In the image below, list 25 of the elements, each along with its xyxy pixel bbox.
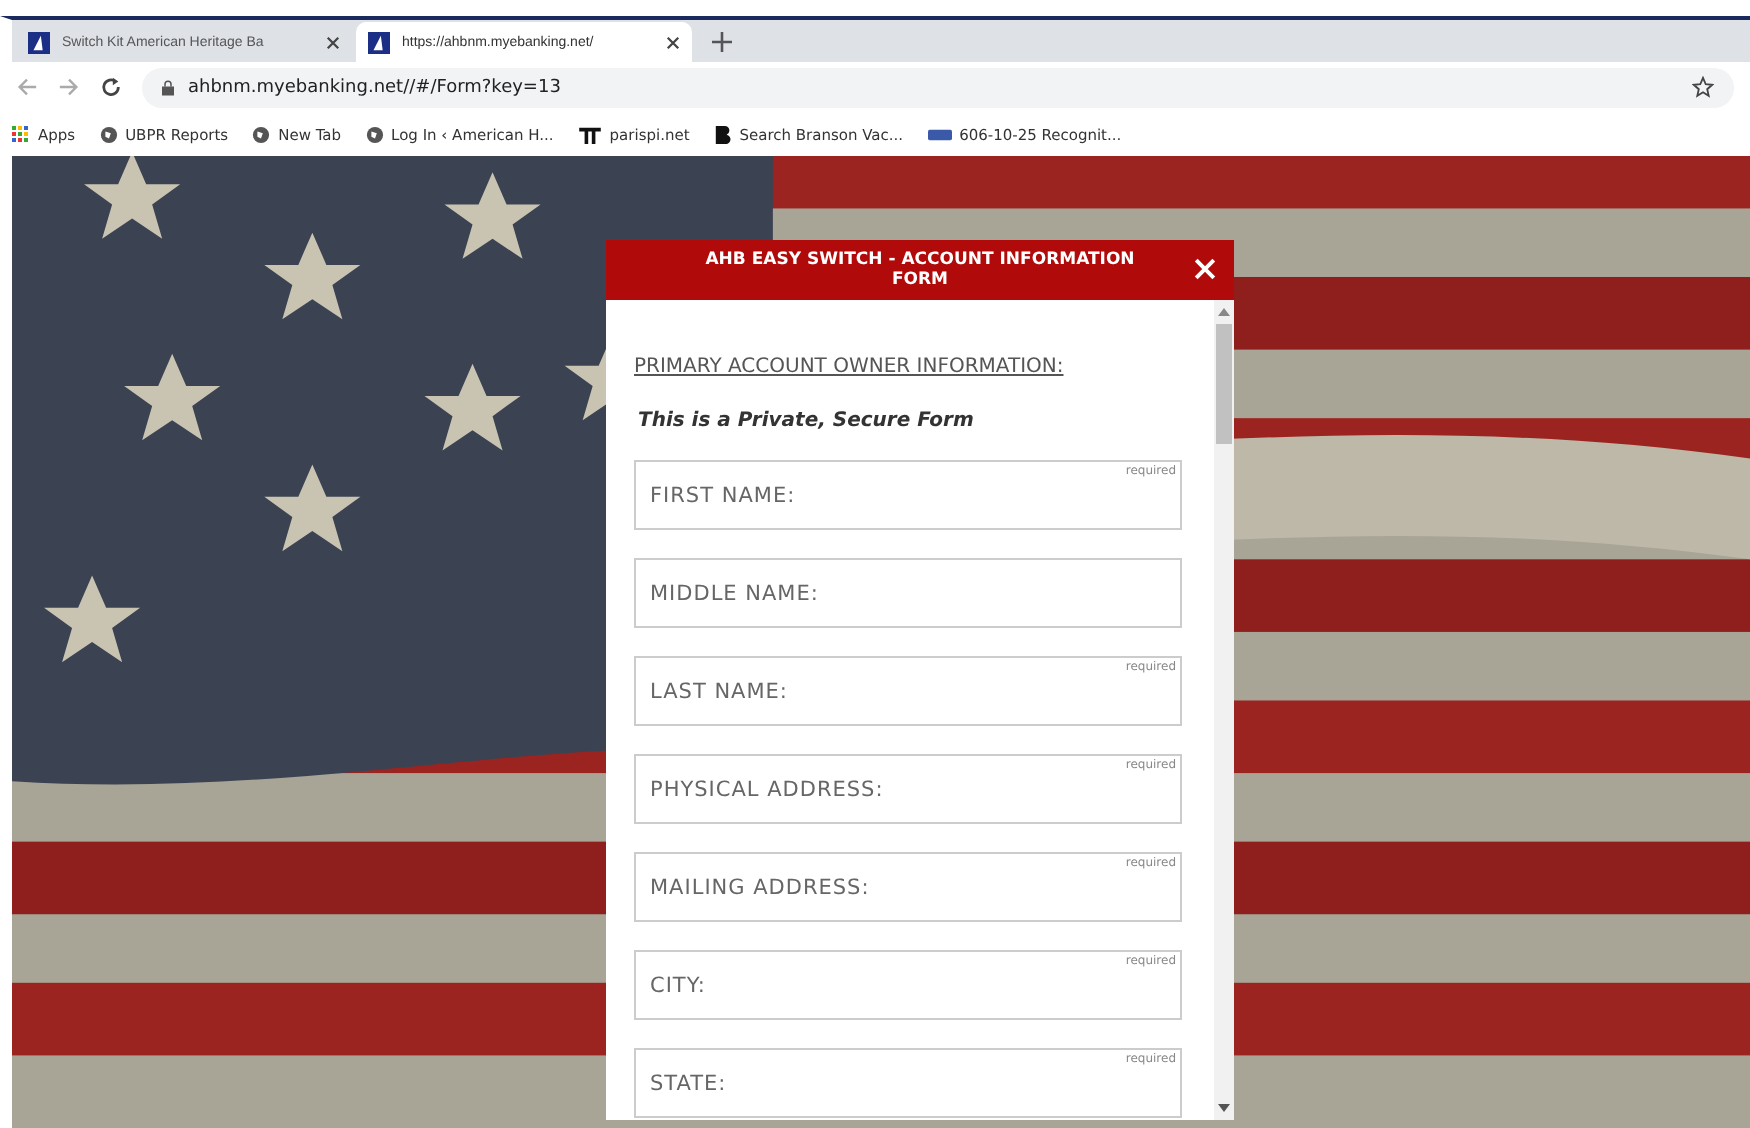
scroll-down-icon[interactable] — [1218, 1104, 1230, 1112]
close-icon[interactable] — [326, 35, 340, 49]
flag-favicon-icon — [28, 31, 50, 53]
url-text: ahbnm.myebanking.net//#/Form?key=13 — [188, 77, 563, 97]
serif-logo-icon — [713, 125, 732, 143]
globe-icon — [99, 125, 118, 143]
scroll-thumb[interactable] — [1216, 324, 1232, 444]
bookmark-star-icon[interactable] — [1692, 76, 1714, 98]
scroll-up-icon[interactable] — [1218, 308, 1230, 316]
section-heading: PRIMARY ACCOUNT OWNER INFORMATION: — [634, 356, 1064, 378]
lock-icon — [162, 79, 174, 95]
reload-icon[interactable] — [100, 76, 122, 98]
globe-icon — [252, 125, 271, 143]
globe-icon — [365, 125, 384, 143]
flag-favicon-icon — [368, 31, 390, 53]
document-logo-icon — [927, 125, 952, 143]
input-field[interactable]: MIDDLE NAME: — [634, 558, 1182, 628]
apps-grid-icon — [12, 125, 30, 143]
address-bar[interactable]: ahbnm.myebanking.net//#/Form?key=13 — [142, 67, 1734, 107]
dialog-title: AHB EASY SWITCH - ACCOUNT INFORMATION FORM — [703, 249, 1137, 291]
pi-logo-icon — [577, 125, 602, 143]
scrollbar[interactable] — [1214, 300, 1234, 1120]
new-tab-icon[interactable] — [712, 32, 732, 52]
form-note: This is a Private, Secure Form — [638, 410, 974, 432]
close-icon[interactable] — [666, 35, 680, 49]
